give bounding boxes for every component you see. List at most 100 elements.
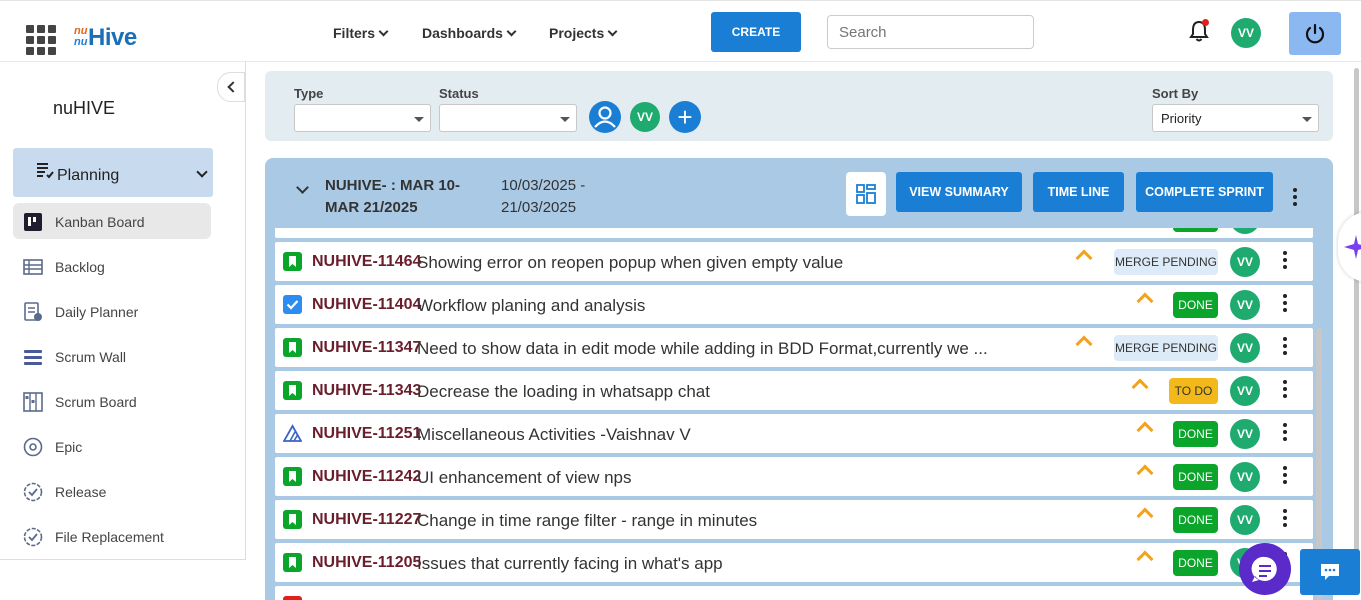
issue-key[interactable]: NUHIVE-11347 — [312, 339, 421, 357]
issue-key[interactable]: NUHIVE-11227 — [312, 511, 421, 529]
sidebar-group-planning[interactable]: Planning — [13, 148, 213, 197]
assignee-avatar[interactable]: VV — [1230, 505, 1260, 535]
member-filter-avatar[interactable]: VV — [630, 102, 660, 132]
issue-row[interactable]: NUHIVE-11242 UI enhancement of view nps DO… — [275, 457, 1313, 496]
issue-row[interactable]: NUHIVE-11205 Issues that currently facing… — [275, 543, 1313, 582]
status-badge[interactable] — [1173, 228, 1218, 232]
issue-row[interactable]: NUHIVE-11227 Change in time range filter … — [275, 500, 1313, 539]
assignee-avatar[interactable]: VV — [1230, 247, 1260, 277]
issue-key[interactable]: NUHIVE-11242 — [312, 468, 421, 486]
story-icon — [283, 467, 302, 486]
scrum-board-icon — [23, 392, 43, 412]
support-chat-button[interactable] — [1300, 549, 1360, 595]
issue-title[interactable]: Change in time range filter - range in m… — [417, 511, 757, 531]
issue-key[interactable]: NUHIVE-11404 — [312, 296, 421, 314]
status-filter-label: Status — [439, 86, 479, 101]
sidebar-item-release[interactable]: Release — [13, 473, 211, 509]
issue-title[interactable]: Decrease the loading in whatsapp chat — [417, 382, 710, 402]
issue-key[interactable]: NUHIVE-11251 — [312, 425, 421, 443]
nav-filters[interactable]: Filters — [333, 25, 389, 41]
issue-row[interactable]: NUHIVE-11464 Showing error on reopen popu… — [275, 242, 1313, 281]
assistant-launcher[interactable] — [1338, 212, 1361, 282]
chevron-down-icon — [378, 26, 389, 36]
app-grid-icon[interactable] — [26, 25, 56, 55]
priority-high-icon — [1131, 378, 1149, 396]
page-scrollbar[interactable] — [1354, 68, 1359, 568]
status-select[interactable] — [439, 104, 577, 132]
create-button[interactable]: CREATE — [711, 12, 801, 52]
nav-projects[interactable]: Projects — [549, 25, 618, 41]
status-badge[interactable]: DONE — [1173, 292, 1218, 318]
sidebar-item-daily-planner[interactable]: Daily Planner — [13, 293, 211, 329]
sidebar-item-file-replacement[interactable]: File Replacement — [13, 518, 211, 554]
status-badge[interactable]: MERGE PENDING — [1114, 249, 1218, 275]
daily-planner-icon — [24, 302, 42, 321]
issue-key[interactable]: NUHIVE-11343 — [312, 382, 421, 400]
all-users-filter-icon[interactable] — [589, 101, 621, 133]
assignee-avatar[interactable]: VV — [1230, 376, 1260, 406]
issue-more-icon[interactable] — [1282, 294, 1288, 312]
notification-bell-icon[interactable] — [1188, 19, 1210, 43]
issue-more-icon[interactable] — [1282, 337, 1288, 355]
issue-more-icon[interactable] — [1282, 423, 1288, 441]
chevron-left-icon — [226, 81, 239, 93]
sort-by-select[interactable]: Priority — [1152, 104, 1319, 132]
issue-row[interactable]: NUHIVE-11251 Miscellaneous Activities -Va… — [275, 414, 1313, 453]
chevron-down-icon — [196, 166, 208, 178]
issue-more-icon[interactable] — [1282, 251, 1288, 269]
issue-title[interactable]: Issues that currently facing in what's a… — [417, 554, 723, 574]
assignee-avatar[interactable]: VV — [1230, 419, 1260, 449]
status-badge[interactable]: DONE — [1173, 421, 1218, 447]
sidebar-item-scrum-board[interactable]: Scrum Board — [13, 383, 211, 419]
status-badge[interactable]: TO DO — [1169, 378, 1218, 404]
release-icon — [23, 482, 43, 502]
sprint-more-icon[interactable] — [1292, 188, 1298, 206]
type-filter-label: Type — [294, 86, 324, 101]
search-input[interactable] — [827, 15, 1034, 49]
assignee-avatar[interactable] — [1230, 228, 1260, 234]
view-summary-button[interactable]: VIEW SUMMARY — [896, 172, 1022, 212]
timeline-button[interactable]: TIME LINE — [1033, 172, 1124, 212]
status-badge[interactable]: MERGE PENDING — [1114, 335, 1218, 361]
sidebar-item-kanban-board[interactable]: Kanban Board — [13, 203, 211, 239]
issue-row[interactable]: NUHIVE-11343 Decrease the loading in what… — [275, 371, 1313, 410]
message-icon — [1251, 556, 1277, 582]
story-icon — [283, 381, 302, 400]
issue-row-partial[interactable] — [275, 586, 1313, 600]
grid-view-icon — [856, 184, 876, 204]
chatbot-button[interactable] — [1239, 543, 1291, 595]
collapse-sidebar-button[interactable] — [217, 72, 245, 102]
issue-more-icon[interactable] — [1282, 509, 1288, 527]
issue-key[interactable]: NUHIVE-11205 — [312, 554, 421, 572]
add-member-button[interactable]: + — [669, 101, 701, 133]
sprint-dates: 10/03/2025 - 21/03/2025 — [501, 177, 586, 216]
status-badge[interactable]: DONE — [1173, 550, 1218, 576]
issue-key[interactable]: NUHIVE-11464 — [312, 253, 421, 271]
assignee-avatar[interactable]: VV — [1230, 462, 1260, 492]
issue-row[interactable]: NUHIVE-11347 Need to show data in edit mo… — [275, 328, 1313, 367]
issue-title[interactable]: Miscellaneous Activities -Vaishnav V — [417, 425, 691, 445]
nav-dashboards[interactable]: Dashboards — [422, 25, 517, 41]
type-select[interactable] — [294, 104, 431, 132]
assignee-avatar[interactable]: VV — [1230, 333, 1260, 363]
issue-more-icon[interactable] — [1282, 466, 1288, 484]
sidebar-item-backlog[interactable]: Backlog — [13, 248, 211, 284]
issue-more-icon[interactable] — [1282, 380, 1288, 398]
status-badge[interactable]: DONE — [1173, 464, 1218, 490]
complete-sprint-button[interactable]: COMPLETE SPRINT — [1136, 172, 1273, 212]
sidebar-item-epic[interactable]: Epic — [13, 428, 211, 464]
status-badge[interactable]: DONE — [1173, 507, 1218, 533]
issue-title[interactable]: UI enhancement of view nps — [417, 468, 632, 488]
nav-projects-label: Projects — [549, 25, 605, 41]
issue-title[interactable]: Need to show data in edit mode while add… — [417, 339, 988, 359]
story-icon — [283, 553, 302, 572]
issue-title[interactable]: Showing error on reopen popup when given… — [417, 253, 843, 273]
assignee-avatar[interactable]: VV — [1230, 290, 1260, 320]
issue-row[interactable]: NUHIVE-11404 Workflow planing and analysi… — [275, 285, 1313, 324]
sidebar-item-scrum-wall[interactable]: Scrum Wall — [13, 338, 211, 374]
board-view-toggle[interactable] — [846, 172, 886, 216]
power-button[interactable] — [1289, 12, 1341, 55]
user-avatar[interactable]: VV — [1231, 18, 1261, 48]
issue-title[interactable]: Workflow planing and analysis — [417, 296, 645, 316]
issue-row-partial[interactable] — [275, 228, 1313, 238]
